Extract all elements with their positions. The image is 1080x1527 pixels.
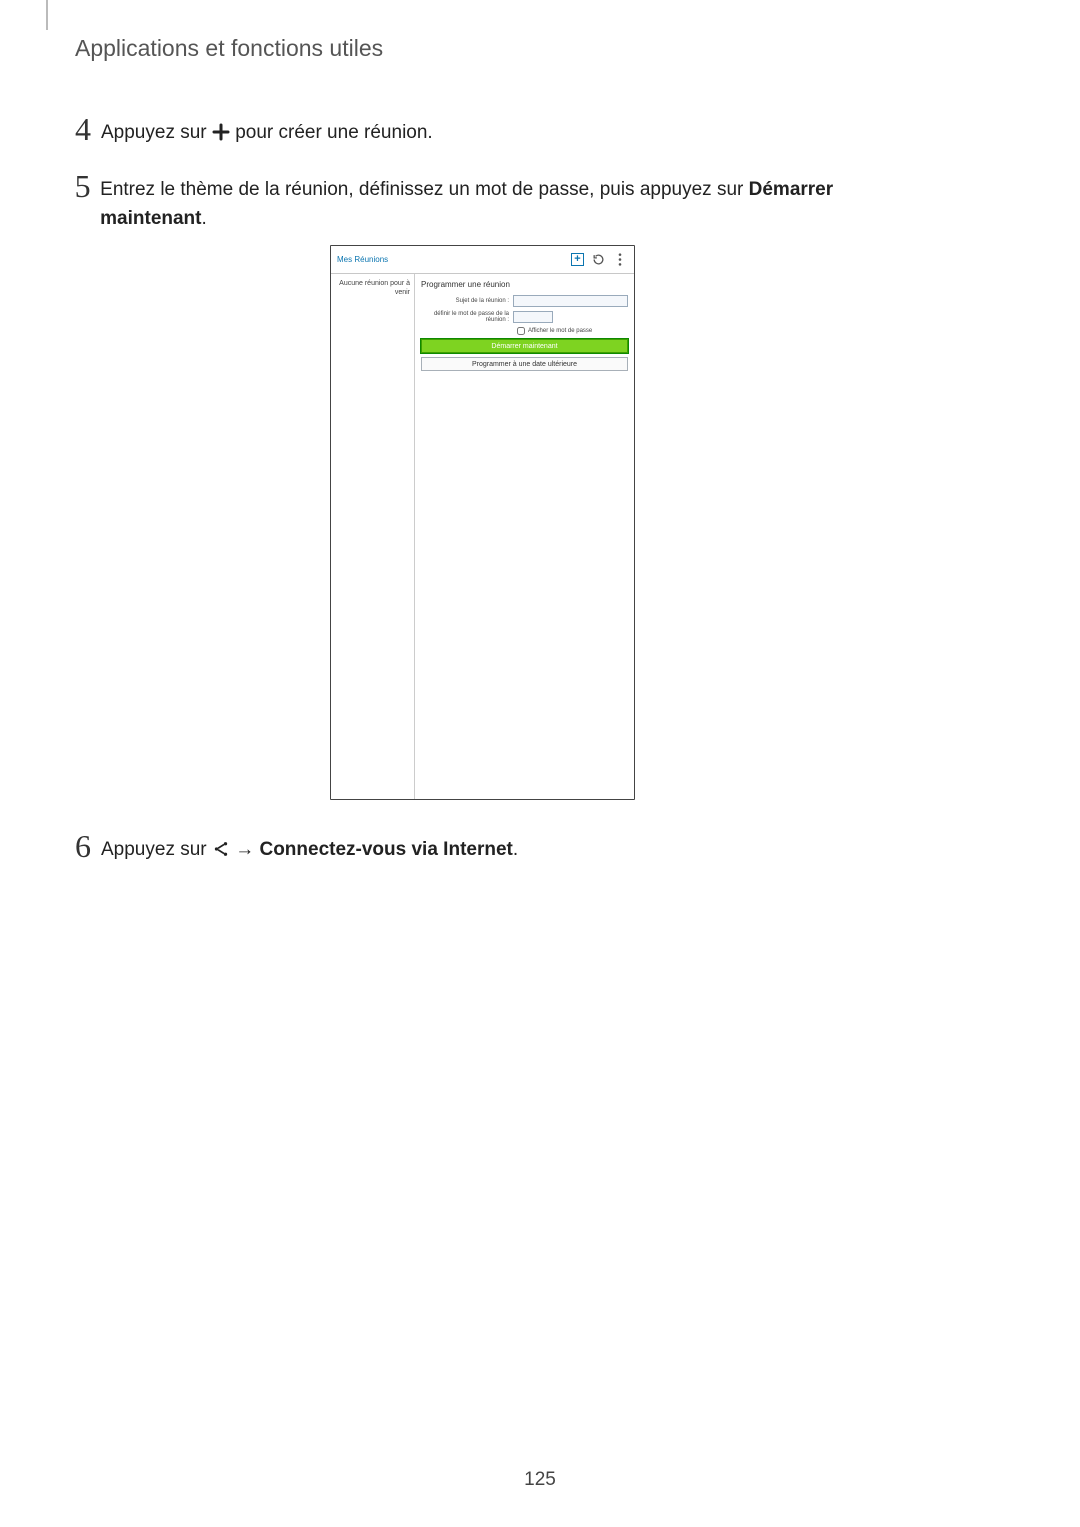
page-edge-mark: [46, 0, 48, 30]
step-number: 5: [65, 170, 100, 202]
checkbox-icon[interactable]: [517, 327, 525, 335]
text-b: .: [202, 208, 207, 229]
page-title: Applications et fonctions utiles: [75, 35, 383, 62]
step-number: 6: [65, 830, 101, 862]
device-body: Aucune réunion pour à venir Programmer u…: [331, 274, 634, 799]
refresh-icon[interactable]: [590, 252, 606, 268]
bold-action: Connectez-vous via Internet: [259, 839, 512, 860]
step-4: 4 Appuyez sur pour créer une réunion.: [65, 113, 433, 148]
share-icon: [212, 840, 230, 858]
sidebar-empty-text: Aucune réunion pour à venir: [331, 274, 415, 799]
subject-input[interactable]: [513, 295, 628, 307]
step-5: 5 Entrez le thème de la réunion, définis…: [65, 170, 925, 233]
subject-label: Sujet de la réunion :: [421, 298, 513, 304]
step-text: Entrez le thème de la réunion, définisse…: [100, 170, 925, 233]
step-number: 4: [65, 113, 101, 145]
appbar-title: Mes Réunions: [337, 255, 565, 264]
device-screenshot: Mes Réunions + Aucune réunion pour à ven…: [330, 245, 635, 800]
schedule-later-button[interactable]: Programmer à une date ultérieure: [421, 357, 628, 371]
page-number: 125: [0, 1469, 1080, 1491]
text-before: Appuyez sur: [101, 839, 212, 860]
step-text: Appuyez sur → Connectez-vous via Interne…: [101, 830, 518, 865]
subject-row: Sujet de la réunion :: [421, 295, 628, 307]
password-label: définir le mot de passe de la réunion :: [421, 311, 513, 323]
add-meeting-button[interactable]: +: [571, 253, 584, 266]
show-password-checkbox[interactable]: Afficher le mot de passe: [517, 327, 628, 335]
app-bar: Mes Réunions +: [331, 246, 634, 274]
step-text: Appuyez sur pour créer une réunion.: [101, 113, 433, 148]
text-after: pour créer une réunion.: [235, 122, 433, 143]
arrow-text: →: [235, 839, 259, 860]
password-input[interactable]: [513, 311, 553, 323]
show-password-label: Afficher le mot de passe: [528, 328, 592, 334]
more-icon[interactable]: [612, 252, 628, 268]
step-6: 6 Appuyez sur → Connectez-vous via Inter…: [65, 830, 518, 865]
text-after: .: [513, 839, 518, 860]
text-before: Appuyez sur: [101, 122, 212, 143]
schedule-panel: Programmer une réunion Sujet de la réuni…: [415, 274, 634, 799]
start-now-button[interactable]: Démarrer maintenant: [421, 339, 628, 353]
panel-title: Programmer une réunion: [421, 280, 628, 295]
password-row: définir le mot de passe de la réunion :: [421, 311, 628, 323]
text-a: Entrez le thème de la réunion, définisse…: [100, 179, 749, 200]
plus-icon: [212, 123, 230, 141]
